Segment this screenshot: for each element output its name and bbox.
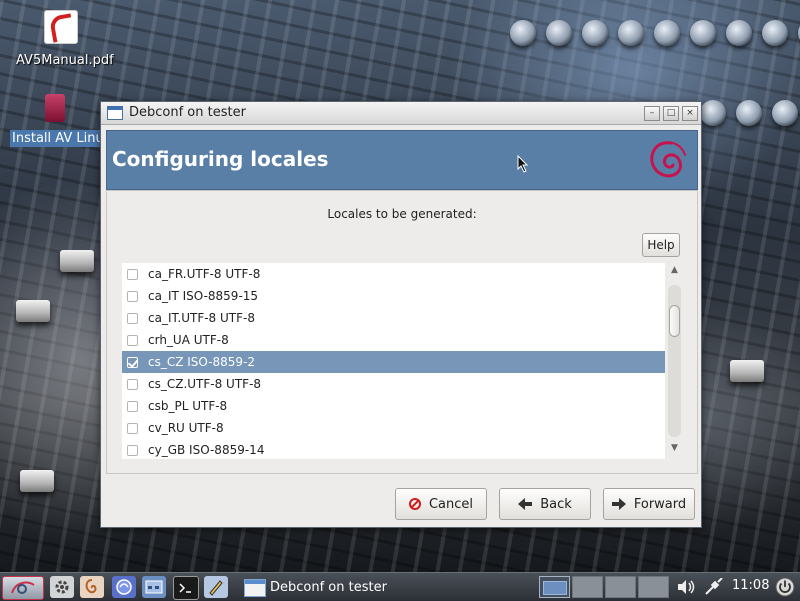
locale-label: cv_RU UTF-8: [148, 421, 224, 435]
checkbox[interactable]: [127, 423, 138, 434]
list-item-selected[interactable]: cs_CZ ISO-8859-2: [122, 351, 665, 373]
locale-label: ca_FR.UTF-8 UTF-8: [148, 267, 261, 281]
scroll-thumb[interactable]: [669, 305, 680, 337]
locale-label: crh_UA UTF-8: [148, 333, 229, 347]
maximize-button[interactable]: □: [663, 106, 679, 121]
list-item[interactable]: ca_IT.UTF-8 UTF-8: [122, 307, 665, 329]
locale-label: cs_CZ.UTF-8 UTF-8: [148, 377, 262, 391]
window-app-icon: [244, 579, 266, 597]
shell-icon[interactable]: [80, 576, 104, 598]
list-item[interactable]: ca_FR.UTF-8 UTF-8: [122, 263, 665, 285]
locale-label: csb_PL UTF-8: [148, 399, 228, 413]
wallpaper-fader: [16, 300, 50, 322]
mouse-pointer-icon: [517, 155, 529, 173]
window-titlebar[interactable]: Debconf on tester – □ ×: [101, 102, 701, 125]
list-item[interactable]: csb_PL UTF-8: [122, 395, 665, 417]
taskbar: Debconf on tester 11:08: [0, 572, 800, 601]
workspace-3[interactable]: [605, 576, 636, 598]
pdf-document-icon: [44, 10, 78, 44]
scroll-track[interactable]: [668, 285, 681, 437]
clock: 11:08: [732, 578, 770, 593]
workspace-1[interactable]: [539, 576, 570, 598]
cancel-icon: [408, 498, 421, 510]
volume-icon[interactable]: [676, 579, 696, 595]
scroll-up-icon[interactable]: ▲: [669, 265, 680, 275]
locale-list[interactable]: ca_FR.UTF-8 UTF-8 ca_IT ISO-8859-15 ca_I…: [122, 263, 665, 459]
locale-label: ca_IT.UTF-8 UTF-8: [148, 311, 255, 325]
debconf-window: Debconf on tester – □ × Configuring loca…: [100, 101, 702, 528]
checkbox-checked[interactable]: [127, 357, 138, 368]
desktop-icon-installer[interactable]: Install AV Linux: [10, 94, 100, 147]
close-button[interactable]: ×: [682, 106, 698, 121]
network-icon[interactable]: [704, 578, 724, 596]
wallpaper-knobs: [510, 20, 800, 46]
window-title: Debconf on tester: [129, 105, 246, 120]
checkbox[interactable]: [127, 313, 138, 324]
list-item[interactable]: cv_RU UTF-8: [122, 417, 665, 439]
desktop-icon-label: Install AV Linux: [10, 130, 100, 147]
locale-label: ca_IT ISO-8859-15: [148, 289, 259, 303]
dialog-content: Locales to be generated: Help ca_FR.UTF-…: [106, 190, 698, 474]
back-label: Back: [540, 496, 572, 512]
locale-label: cy_GB ISO-8859-14: [148, 443, 265, 457]
arrow-left-icon: [518, 498, 533, 510]
desktop-icon-pdf[interactable]: AV5Manual.pdf: [14, 10, 116, 69]
wallpaper-fader: [60, 250, 94, 272]
wallpaper-knobs-2: [700, 100, 798, 126]
checkbox[interactable]: [127, 379, 138, 390]
workspace-2[interactable]: [572, 576, 603, 598]
wallpaper-fader: [20, 470, 54, 492]
settings-icon[interactable]: [50, 576, 74, 598]
list-scrollbar[interactable]: ▲ ▼: [667, 263, 682, 459]
checkbox[interactable]: [127, 445, 138, 456]
menu-icon[interactable]: [2, 576, 44, 600]
window-app-icon: [107, 106, 123, 120]
debian-swirl-icon: [650, 141, 686, 178]
minimize-button[interactable]: –: [644, 106, 660, 121]
forward-label: Forward: [633, 496, 687, 512]
wallpaper-fader: [730, 360, 764, 382]
back-button[interactable]: Back: [499, 488, 591, 520]
desktop-icon-label: AV5Manual.pdf: [16, 53, 114, 68]
checkbox[interactable]: [127, 291, 138, 302]
prompt-label: Locales to be generated:: [327, 207, 477, 221]
terminal-icon[interactable]: [173, 576, 199, 600]
checkbox[interactable]: [127, 269, 138, 280]
workspace-4[interactable]: [638, 576, 669, 598]
list-item[interactable]: ca_IT ISO-8859-15: [122, 285, 665, 307]
text-editor-icon[interactable]: [204, 576, 228, 598]
header-band: Configuring locales: [106, 130, 698, 190]
help-button[interactable]: Help: [642, 233, 680, 257]
arrow-right-icon: [611, 498, 626, 510]
file-manager-icon[interactable]: [142, 576, 166, 598]
power-icon[interactable]: [775, 577, 795, 597]
page-title: Configuring locales: [112, 147, 329, 171]
scroll-down-icon[interactable]: ▼: [669, 443, 680, 453]
taskbar-task-label: Debconf on tester: [270, 580, 387, 595]
list-item[interactable]: crh_UA UTF-8: [122, 329, 665, 351]
locale-label: cs_CZ ISO-8859-2: [148, 355, 256, 369]
taskbar-task-debconf[interactable]: Debconf on tester: [240, 575, 440, 599]
cancel-button[interactable]: Cancel: [395, 488, 487, 520]
cancel-label: Cancel: [428, 496, 474, 512]
checkbox[interactable]: [127, 401, 138, 412]
checkbox[interactable]: [127, 335, 138, 346]
list-item[interactable]: cs_CZ.UTF-8 UTF-8: [122, 373, 665, 395]
list-item[interactable]: cy_GB ISO-8859-14: [122, 439, 665, 459]
browser-icon[interactable]: [112, 576, 136, 598]
installer-icon: [45, 94, 65, 122]
forward-button[interactable]: Forward: [603, 488, 695, 520]
